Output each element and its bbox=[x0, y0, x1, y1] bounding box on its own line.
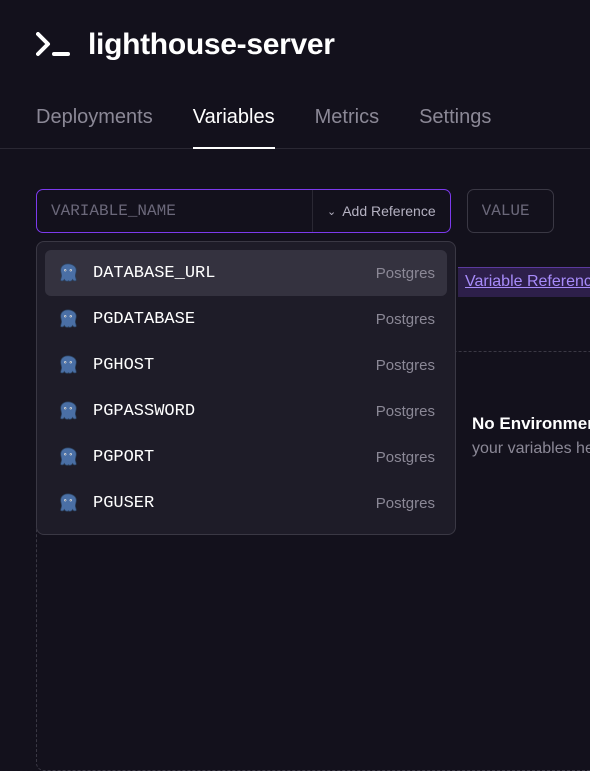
add-reference-label: Add Reference bbox=[342, 203, 435, 219]
dropdown-item[interactable]: PGHOST Postgres bbox=[45, 342, 447, 388]
dropdown-item-name: PGPASSWORD bbox=[93, 402, 362, 421]
dropdown-item-source: Postgres bbox=[376, 449, 435, 466]
dropdown-item-name: PGUSER bbox=[93, 494, 362, 513]
dropdown-item[interactable]: DATABASE_URL Postgres bbox=[45, 250, 447, 296]
value-input-wrapper bbox=[467, 189, 554, 233]
empty-state-subtitle: your variables here bbox=[472, 440, 590, 458]
empty-state-title: No Environment Variables bbox=[472, 414, 590, 434]
reference-dropdown: DATABASE_URLPostgresPGDATABASEPostgresPG… bbox=[36, 241, 456, 535]
empty-state: No Environment Variables your variables … bbox=[472, 414, 590, 458]
value-input[interactable] bbox=[468, 190, 553, 232]
add-reference-button[interactable]: ⌄ Add Reference bbox=[312, 190, 450, 232]
terminal-icon bbox=[36, 32, 70, 58]
postgres-icon bbox=[57, 354, 79, 376]
postgres-icon bbox=[57, 308, 79, 330]
tab-metrics[interactable]: Metrics bbox=[315, 106, 379, 148]
tab-variables[interactable]: Variables bbox=[193, 106, 275, 149]
dropdown-item-name: PGDATABASE bbox=[93, 310, 362, 329]
postgres-icon bbox=[57, 446, 79, 468]
dropdown-item[interactable]: PGDATABASE Postgres bbox=[45, 296, 447, 342]
page-header: lighthouse-server bbox=[0, 0, 590, 62]
dropdown-item-source: Postgres bbox=[376, 357, 435, 374]
page-title: lighthouse-server bbox=[88, 28, 335, 62]
dropdown-item-source: Postgres bbox=[376, 495, 435, 512]
variable-name-input[interactable] bbox=[37, 190, 312, 232]
content-area: ⌄ Add Reference Variable References No E… bbox=[0, 149, 590, 273]
dropdown-item-name: DATABASE_URL bbox=[93, 264, 362, 283]
dropdown-item-name: PGPORT bbox=[93, 448, 362, 467]
input-row: ⌄ Add Reference bbox=[36, 189, 554, 233]
postgres-icon bbox=[57, 492, 79, 514]
variable-references-link[interactable]: Variable References bbox=[465, 273, 590, 291]
tabs: Deployments Variables Metrics Settings bbox=[0, 62, 590, 149]
chevron-down-icon: ⌄ bbox=[327, 205, 336, 218]
dropdown-item-source: Postgres bbox=[376, 265, 435, 282]
dropdown-item-name: PGHOST bbox=[93, 356, 362, 375]
postgres-icon bbox=[57, 400, 79, 422]
dropdown-item[interactable]: PGPORT Postgres bbox=[45, 434, 447, 480]
dropdown-item[interactable]: PGPASSWORD Postgres bbox=[45, 388, 447, 434]
dropdown-item-source: Postgres bbox=[376, 311, 435, 328]
dropdown-item[interactable]: PGUSER Postgres bbox=[45, 480, 447, 526]
tab-deployments[interactable]: Deployments bbox=[36, 106, 153, 148]
postgres-icon bbox=[57, 262, 79, 284]
variable-name-wrapper: ⌄ Add Reference bbox=[36, 189, 451, 233]
tab-settings[interactable]: Settings bbox=[419, 106, 491, 148]
dropdown-item-source: Postgres bbox=[376, 403, 435, 420]
